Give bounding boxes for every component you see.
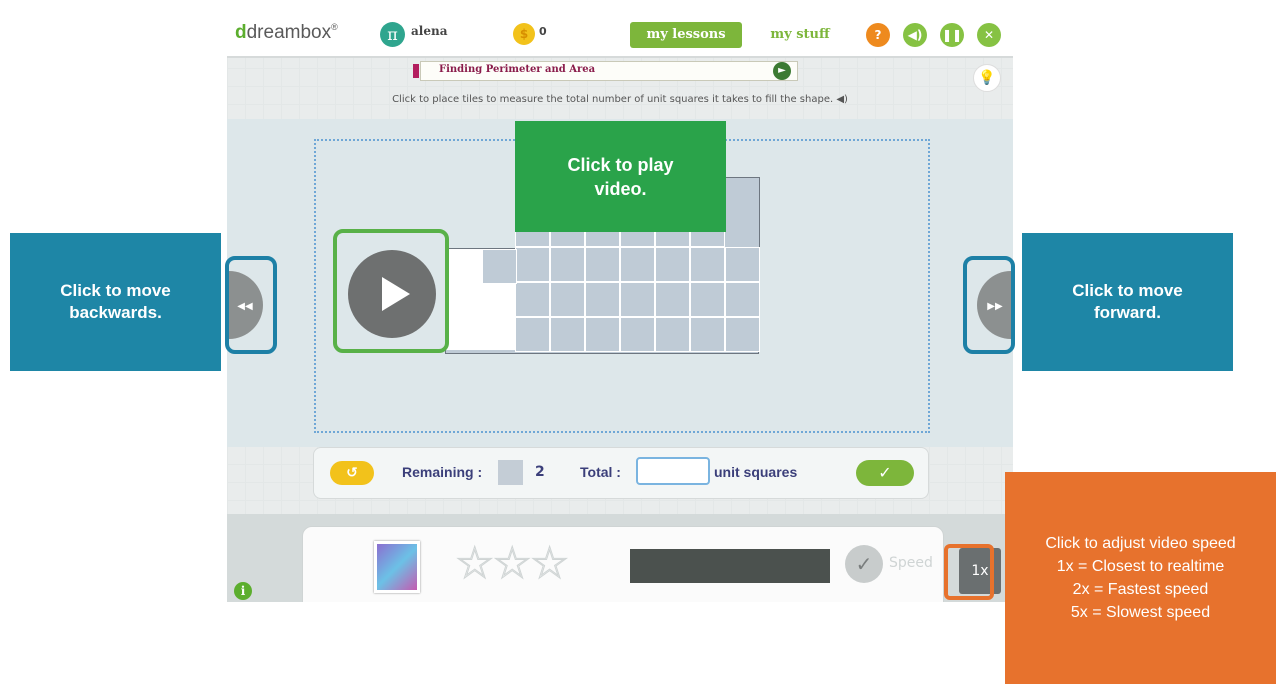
remaining-value: 2	[535, 464, 545, 480]
unit-tile[interactable]	[655, 247, 690, 282]
unit-tile[interactable]	[585, 282, 620, 317]
lesson-title: Finding Perimeter and Area	[439, 64, 596, 75]
lesson-banner: Finding Perimeter and Area ►	[413, 61, 798, 81]
unit-tile[interactable]	[620, 247, 655, 282]
stars-rating: ☆☆☆	[454, 538, 569, 589]
unit-tile[interactable]	[655, 317, 690, 352]
pi-avatar-icon: π	[380, 22, 405, 47]
remaining-label: Remaining :	[402, 464, 483, 480]
unit-tile[interactable]	[585, 317, 620, 352]
pause-icon[interactable]: ❚❚	[940, 23, 964, 47]
tile-swatch	[498, 460, 523, 485]
hint-bulb-icon[interactable]: 💡	[973, 64, 1001, 92]
lesson-thumbnail	[374, 541, 420, 593]
forward-highlight-ring	[963, 256, 1015, 354]
top-bar: ddreambox® π alena $ 0 my lessons my stu…	[227, 14, 1013, 58]
total-input[interactable]	[636, 457, 710, 485]
check-answer-button[interactable]: ✓	[856, 460, 914, 486]
unit-tile[interactable]	[585, 247, 620, 282]
unit-tile[interactable]	[620, 282, 655, 317]
speed-highlight-ring	[944, 544, 994, 600]
info-icon[interactable]: i	[234, 582, 252, 600]
callout-backwards: Click to move backwards.	[10, 233, 221, 371]
dreambox-logo: ddreambox®	[235, 22, 338, 44]
coin-count: 0	[539, 25, 547, 38]
callout-speed: Click to adjust video speed 1x = Closest…	[1005, 472, 1276, 684]
coin-icon: $	[513, 23, 535, 45]
instruction-text: Click to place tiles to measure the tota…	[392, 94, 848, 105]
sound-icon[interactable]: ◀)	[903, 23, 927, 47]
progress-bar	[630, 549, 830, 583]
unit-tile[interactable]	[550, 247, 585, 282]
callout-forward: Click to move forward.	[1022, 233, 1233, 371]
unit-tile[interactable]	[482, 249, 517, 284]
logo-d: d	[235, 22, 247, 43]
unit-tile[interactable]	[515, 282, 550, 317]
unit-tile[interactable]	[515, 317, 550, 352]
completion-seal-icon: ✓	[845, 545, 883, 583]
unit-tile[interactable]	[550, 317, 585, 352]
unit-tile[interactable]	[655, 282, 690, 317]
unit-tile[interactable]	[725, 317, 760, 352]
logo-trademark: ®	[331, 22, 338, 32]
rewind-highlight-ring	[225, 256, 277, 354]
callout-speed-line-3: 2x = Fastest speed	[1072, 581, 1209, 598]
unit-tile[interactable]	[550, 282, 585, 317]
unit-tile[interactable]	[620, 317, 655, 352]
username: alena	[411, 24, 448, 38]
undo-button[interactable]: ↺	[330, 461, 374, 485]
callout-play: Click to play video.	[515, 121, 726, 232]
empty-region	[446, 249, 482, 350]
unit-squares-label: unit squares	[714, 464, 798, 480]
callout-speed-line-2: 1x = Closest to realtime	[1056, 558, 1225, 575]
empty-region	[482, 284, 517, 350]
unit-tile[interactable]	[725, 282, 760, 317]
close-icon[interactable]: ✕	[977, 23, 1001, 47]
unit-tile[interactable]	[515, 247, 550, 282]
unit-tile[interactable]	[725, 247, 760, 282]
speed-label: Speed	[889, 555, 933, 571]
control-bar: ↺ Remaining : 2 Total : unit squares ✓	[313, 447, 929, 499]
unit-tile[interactable]	[690, 317, 725, 352]
unit-tile[interactable]	[690, 247, 725, 282]
logo-text: dreambox	[246, 22, 332, 43]
total-label: Total :	[580, 464, 621, 480]
callout-speed-line-1: Click to adjust video speed	[1045, 535, 1236, 552]
tab-my-lessons[interactable]: my lessons	[630, 22, 742, 48]
lesson-next-icon[interactable]: ►	[773, 62, 791, 80]
play-icon	[382, 277, 410, 311]
help-icon[interactable]: ?	[866, 23, 890, 47]
callout-speed-line-4: 5x = Slowest speed	[1070, 604, 1211, 621]
unit-tile[interactable]	[690, 282, 725, 317]
tab-my-stuff[interactable]: my stuff	[757, 22, 843, 48]
